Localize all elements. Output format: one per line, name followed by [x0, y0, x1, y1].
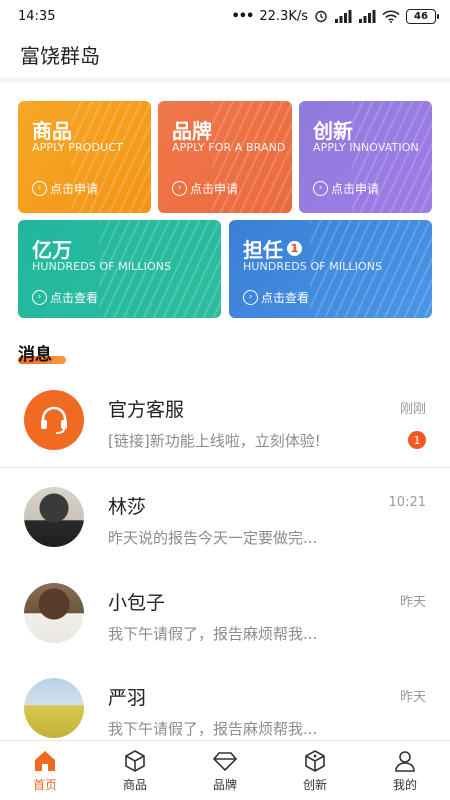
notification-dots-icon: •••: [231, 8, 254, 24]
avatar: [24, 487, 84, 547]
nav-item-home[interactable]: 首页: [0, 741, 90, 800]
contact-name: 严羽: [108, 687, 147, 709]
signal-icon: [334, 9, 352, 23]
card-action-label: 点击查看: [261, 291, 310, 305]
chevron-right-icon: ›: [32, 181, 47, 196]
contact-name: 小包子: [108, 592, 166, 614]
card-action-label: 点击申请: [331, 182, 380, 196]
chevron-right-icon: ›: [313, 181, 328, 196]
message-time: 昨天: [399, 595, 426, 610]
nav-label: 品牌: [212, 778, 237, 792]
page-title: 富饶群岛: [20, 43, 100, 68]
card-brand[interactable]: 品牌 APPLY FOR A BRAND › 点击申请: [158, 101, 292, 213]
alarm-icon: [314, 9, 328, 23]
nav-item-brand[interactable]: 品牌: [180, 741, 270, 800]
home-icon: [35, 751, 55, 771]
status-time: 14:35: [18, 8, 56, 24]
card-title-text: 担任: [243, 238, 283, 262]
contact-name: 官方客服: [108, 399, 185, 421]
card-guarantee[interactable]: 担任 1 HUNDREDS OF MILLIONS › 点击查看: [229, 220, 432, 318]
card-subtitle: HUNDREDS OF MILLIONS: [32, 260, 172, 273]
message-row-service[interactable]: 官方客服 [链接]新功能上线啦，立刻体验! 刚刚 1: [0, 372, 450, 468]
diamond-icon: [212, 752, 238, 772]
row-divider: [0, 467, 450, 468]
card-title-text: 亿万: [32, 238, 72, 262]
bottom-nav: 首页 商品 品牌 创新 我的: [0, 740, 450, 800]
card-title: 担任 1: [243, 234, 302, 263]
status-icons: ••• 22.3K/s 46: [231, 8, 439, 24]
card-product[interactable]: 商品 APPLY PRODUCT › 点击申请: [18, 101, 151, 213]
notification-badge: 1: [287, 241, 302, 256]
card-title: 创新: [313, 115, 353, 144]
message-time: 刚刚: [399, 402, 426, 417]
nav-label: 商品: [122, 778, 147, 792]
network-speed: 22.3K/s: [259, 8, 308, 24]
nav-item-products[interactable]: 商品: [90, 741, 180, 800]
card-title-text: 创新: [313, 119, 353, 143]
card-action-label: 点击查看: [50, 291, 99, 305]
card-subtitle: APPLY FOR A BRAND: [172, 141, 286, 154]
chevron-right-icon: ›: [243, 290, 258, 305]
nav-item-profile[interactable]: 我的: [360, 741, 450, 800]
box-icon: [125, 750, 145, 772]
apply-brand-button[interactable]: › 点击申请: [172, 180, 238, 197]
wifi-icon: [382, 10, 400, 23]
message-row-linsha[interactable]: 林莎 昨天说的报告今天一定要做完... 10:21: [0, 469, 450, 565]
card-subtitle: APPLY PRODUCT: [32, 141, 123, 154]
message-time: 昨天: [399, 690, 426, 705]
card-subtitle: HUNDREDS OF MILLIONS: [243, 260, 383, 273]
message-preview: 我下午请假了，报告麻烦帮我...: [108, 625, 318, 643]
user-icon: [395, 751, 415, 772]
status-bar: 14:35 ••• 22.3K/s 46: [0, 0, 450, 32]
nav-item-innovation[interactable]: 创新: [270, 741, 360, 800]
battery-level: 46: [414, 10, 428, 22]
card-title: 亿万: [32, 234, 72, 263]
avatar: [24, 583, 84, 643]
card-action-label: 点击申请: [190, 182, 239, 196]
message-row-xiaobaozi[interactable]: 小包子 我下午请假了，报告麻烦帮我... 昨天: [0, 565, 450, 661]
card-billion[interactable]: 亿万 HUNDREDS OF MILLIONS › 点击查看: [18, 220, 221, 318]
card-innovation[interactable]: 创新 APPLY INNOVATION › 点击申请: [299, 101, 432, 213]
message-time: 10:21: [388, 495, 426, 510]
unread-badge: 1: [408, 431, 426, 449]
nav-label: 首页: [32, 778, 57, 792]
messages-section-title: 消息: [18, 345, 52, 365]
nav-label: 创新: [302, 778, 327, 792]
header-divider: [0, 77, 450, 83]
signal-icon-2: [358, 9, 376, 23]
avatar: [24, 390, 84, 450]
cube-icon: [305, 750, 325, 772]
chevron-right-icon: ›: [172, 181, 187, 196]
message-preview: 昨天说的报告今天一定要做完...: [108, 529, 318, 547]
message-preview: [链接]新功能上线啦，立刻体验!: [108, 432, 321, 450]
contact-name: 林莎: [108, 496, 147, 518]
chevron-right-icon: ›: [32, 290, 47, 305]
card-title-text: 品牌: [172, 119, 212, 143]
nav-label: 我的: [392, 778, 417, 792]
message-preview: 我下午请假了，报告麻烦帮我...: [108, 720, 318, 738]
apply-innovation-button[interactable]: › 点击申请: [313, 180, 379, 197]
battery-icon: 46: [406, 8, 439, 24]
headset-icon: [41, 406, 67, 434]
card-title: 品牌: [172, 115, 212, 144]
card-title: 商品: [32, 115, 72, 144]
apply-product-button[interactable]: › 点击申请: [32, 180, 98, 197]
card-title-text: 商品: [32, 119, 72, 143]
avatar: [24, 678, 84, 738]
card-action-label: 点击申请: [50, 182, 99, 196]
app-header: 富饶群岛: [0, 32, 450, 76]
view-guarantee-button[interactable]: › 点击查看: [243, 289, 309, 306]
card-subtitle: APPLY INNOVATION: [313, 141, 419, 154]
view-billion-button[interactable]: › 点击查看: [32, 289, 98, 306]
